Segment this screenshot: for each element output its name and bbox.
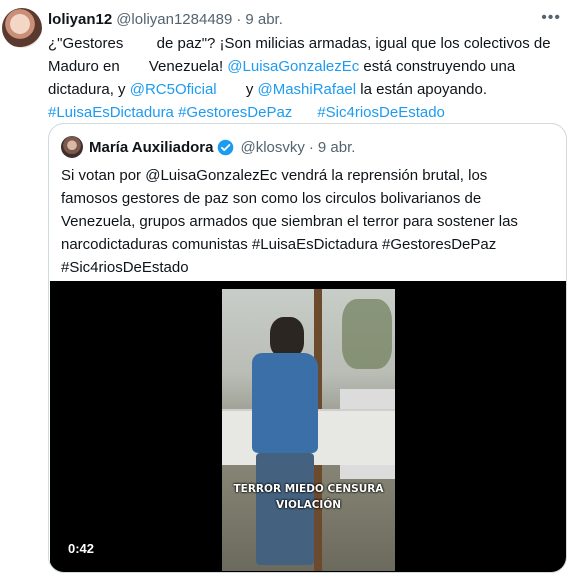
video-person [246, 317, 326, 567]
text-segment: Maduro en Venezuela! [48, 58, 228, 75]
video-person-torso [252, 353, 318, 453]
avatar[interactable] [2, 8, 42, 48]
video-person-head [270, 317, 304, 357]
mention-link[interactable]: @LuisaGonzalezEc [227, 58, 359, 75]
video-player[interactable]: TERROR MIEDO CENSURA VIOLACIÓN 0:42 [50, 281, 566, 572]
hashtag-link[interactable]: #Sic4riosDeEstado [317, 104, 445, 121]
video-frame: TERROR MIEDO CENSURA VIOLACIÓN [222, 289, 395, 571]
quoted-tweet[interactable]: María Auxiliadora @klosvky · 9 abr. Si v… [48, 123, 567, 573]
mention-link[interactable]: @MashiRafael [257, 81, 356, 98]
verified-badge-icon [218, 139, 234, 155]
text-segment: y [216, 81, 258, 98]
text-segment: la están apoyando. [356, 81, 488, 98]
quoted-text-line: famosos gestores de paz son como los cir… [61, 190, 482, 207]
quoted-tweet-text: Si votan por @LuisaGonzalezEc vendrá la … [61, 164, 561, 279]
video-caption-line: TERROR MIEDO CENSURA [233, 483, 384, 495]
tweet-text-line: Maduro en Venezuela! @LuisaGonzalezEc es… [48, 55, 558, 78]
tweet-text-line: ¿"Gestores de paz"? ¡Son milicias armada… [48, 32, 558, 55]
quoted-tweet-header: María Auxiliadora @klosvky · 9 abr. [61, 136, 355, 158]
more-options-icon[interactable]: ••• [541, 9, 561, 27]
tweet-timestamp[interactable]: 9 abr. [245, 11, 283, 28]
quoted-text-line: Si votan por @LuisaGonzalezEc vendrá la … [61, 167, 488, 184]
quoted-timestamp[interactable]: 9 abr. [318, 139, 356, 156]
user-handle[interactable]: @loliyan1284489 [116, 11, 232, 28]
quoted-text-line: Venezuela, grupos armados que siembran e… [61, 213, 518, 230]
video-background-tree [342, 299, 392, 369]
quoted-display-name[interactable]: María Auxiliadora [89, 139, 213, 156]
text-segment: está construyendo una [359, 58, 516, 75]
quoted-text-line: #Sic4riosDeEstado [61, 259, 189, 276]
text-segment: dictadura, y [48, 81, 130, 98]
separator-dot: · [236, 10, 242, 28]
hashtag-link[interactable]: #LuisaEsDictadura [48, 104, 174, 121]
quoted-user-handle[interactable]: @klosvky [240, 139, 304, 156]
tweet-text-line: #LuisaEsDictadura #GestoresDePaz #Sic4ri… [48, 101, 558, 124]
tweet-text-line: dictadura, y @RC5Oficial y @MashiRafael … [48, 78, 558, 101]
text-segment: ¿"Gestores de paz"? ¡Son milicias armada… [48, 35, 551, 52]
display-name[interactable]: loliyan12 [48, 11, 112, 28]
quoted-avatar[interactable] [61, 136, 83, 158]
quoted-text-line: narcodictaduras comunistas #LuisaEsDicta… [61, 236, 497, 253]
tweet-header: loliyan12 @loliyan1284489 · 9 abr. [48, 9, 283, 29]
mention-link[interactable]: @RC5Oficial [130, 81, 217, 98]
video-caption: TERROR MIEDO CENSURA VIOLACIÓN [222, 481, 395, 513]
tweet[interactable]: loliyan12 @loliyan1284489 · 9 abr. ••• ¿… [0, 0, 569, 578]
separator-dot: · [308, 138, 314, 156]
tweet-text: ¿"Gestores de paz"? ¡Son milicias armada… [48, 32, 558, 124]
hashtag-link[interactable]: #GestoresDePaz [178, 104, 292, 121]
text-segment [292, 104, 317, 121]
video-caption-line: VIOLACIÓN [275, 499, 342, 511]
video-duration: 0:42 [68, 541, 95, 556]
